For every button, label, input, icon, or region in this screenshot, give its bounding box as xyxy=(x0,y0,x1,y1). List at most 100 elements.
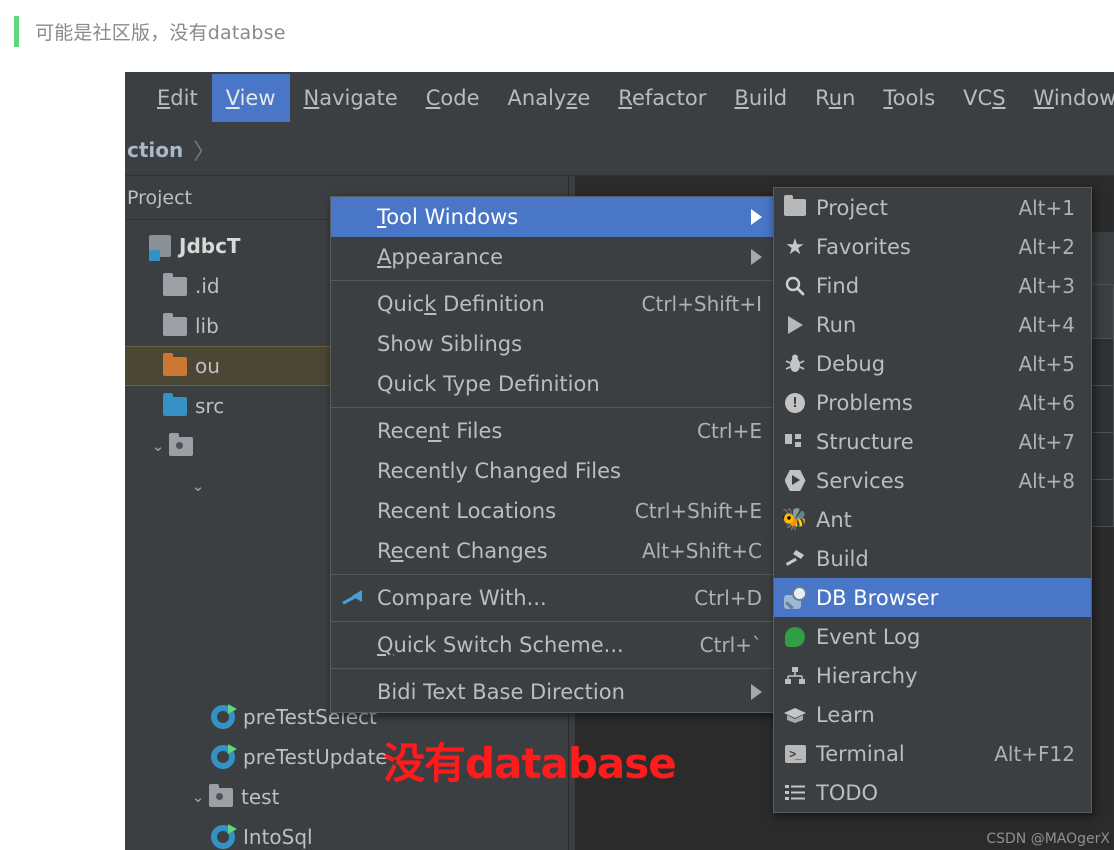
menu-bar: Edit View Navigate Code Analyze Refactor… xyxy=(125,72,1114,124)
menu-analyze[interactable]: Analyze xyxy=(494,74,605,122)
menu-item-shortcut: Ctrl+` xyxy=(699,633,762,657)
tool-window-item-ant[interactable]: 🐝 Ant xyxy=(774,500,1091,539)
menu-item-quick-definition[interactable]: Quick Definition Ctrl+Shift+I xyxy=(331,284,776,324)
tool-window-item-build[interactable]: Build xyxy=(774,539,1091,578)
tool-window-label: Favorites xyxy=(816,234,911,259)
menu-item-quick-switch-scheme[interactable]: Quick Switch Scheme... Ctrl+` xyxy=(331,625,776,665)
chevron-right-icon xyxy=(751,684,762,700)
menu-item-bidi-text-base-direction[interactable]: Bidi Text Base Direction xyxy=(331,672,776,712)
menu-separator xyxy=(331,668,776,669)
menu-item-label: Quick Type Definition xyxy=(377,372,600,396)
tool-window-item-find[interactable]: Find Alt+3 xyxy=(774,266,1091,305)
package-icon xyxy=(209,783,233,807)
menu-tools[interactable]: Tools xyxy=(869,74,949,122)
tool-window-item-services[interactable]: Services Alt+8 xyxy=(774,461,1091,500)
menu-item-shortcut: Ctrl+E xyxy=(697,419,762,443)
package-icon xyxy=(169,432,193,456)
menu-edit[interactable]: Edit xyxy=(143,74,212,122)
tool-window-item-debug[interactable]: Debug Alt+5 xyxy=(774,344,1091,383)
tree-item-label: IntoSql xyxy=(243,825,313,849)
menu-build[interactable]: Build xyxy=(720,74,801,122)
menu-refactor[interactable]: Refactor xyxy=(604,74,720,122)
chevron-down-icon[interactable]: ⌄ xyxy=(187,790,209,805)
tool-window-item-favorites[interactable]: ★ Favorites Alt+2 xyxy=(774,227,1091,266)
menu-separator xyxy=(331,280,776,281)
tool-window-label: Find xyxy=(816,273,860,298)
tool-window-label: Run xyxy=(816,312,857,337)
module-icon xyxy=(149,235,171,261)
menu-item-show-siblings[interactable]: Show Siblings xyxy=(331,324,776,364)
menu-item-tool-windows[interactable]: Tool Windows xyxy=(331,197,776,237)
hierarchy-icon xyxy=(774,666,816,686)
db-browser-icon xyxy=(774,586,816,610)
tree-item-label: test xyxy=(241,785,280,809)
tree-item-label: src xyxy=(195,394,225,418)
menu-item-label: Quick Definition xyxy=(377,292,545,316)
menu-item-quick-type-definition[interactable]: Quick Type Definition xyxy=(331,364,776,404)
menu-separator xyxy=(331,574,776,575)
tool-window-label: DB Browser xyxy=(816,585,939,610)
graduation-icon xyxy=(774,705,816,725)
breadcrumb-text[interactable]: ction xyxy=(127,138,183,162)
chevron-right-icon xyxy=(751,209,762,225)
chevron-right-icon xyxy=(751,249,762,265)
tree-item-label: ou xyxy=(195,354,220,378)
tool-window-item-run[interactable]: Run Alt+4 xyxy=(774,305,1091,344)
chevron-down-icon[interactable]: ⌄ xyxy=(187,479,209,494)
tool-window-shortcut: Alt+6 xyxy=(1018,390,1075,415)
menu-item-shortcut: Ctrl+Shift+I xyxy=(641,292,762,316)
tool-windows-submenu: Project Alt+1 ★ Favorites Alt+2 Find Alt… xyxy=(773,187,1092,813)
menu-item-shortcut: Ctrl+Shift+E xyxy=(634,499,762,523)
folder-orange-icon xyxy=(163,352,187,376)
tree-item-label: .id xyxy=(195,274,220,298)
menu-item-label: Tool Windows xyxy=(377,205,519,229)
java-class-icon xyxy=(211,744,237,769)
menu-code[interactable]: Code xyxy=(412,74,494,122)
menu-item-appearance[interactable]: Appearance xyxy=(331,237,776,277)
menu-item-recently-changed-files[interactable]: Recently Changed Files xyxy=(331,451,776,491)
menu-window[interactable]: Window xyxy=(1020,74,1114,122)
play-icon xyxy=(774,315,816,334)
tool-window-shortcut: Alt+7 xyxy=(1018,429,1075,454)
menu-vcs[interactable]: VCS xyxy=(949,74,1019,122)
ide-window: Edit View Navigate Code Analyze Refactor… xyxy=(125,72,1114,850)
event-log-icon xyxy=(774,626,816,647)
menu-navigate[interactable]: Navigate xyxy=(290,74,412,122)
menu-separator xyxy=(331,407,776,408)
menu-item-recent-files[interactable]: Recent Files Ctrl+E xyxy=(331,411,776,451)
star-icon: ★ xyxy=(785,233,805,259)
search-icon xyxy=(774,275,816,297)
menu-item-compare-with[interactable]: Compare With... Ctrl+D xyxy=(331,578,776,618)
warning-icon: ! xyxy=(774,392,816,413)
tool-window-item-structure[interactable]: Structure Alt+7 xyxy=(774,422,1091,461)
tool-window-item-project[interactable]: Project Alt+1 xyxy=(774,188,1091,227)
menu-item-label: Show Siblings xyxy=(377,332,523,356)
tool-window-item-terminal[interactable]: >_ Terminal Alt+F12 xyxy=(774,734,1091,773)
tool-window-item-todo[interactable]: TODO xyxy=(774,773,1091,812)
todo-list-icon xyxy=(774,784,816,802)
tool-window-label: Learn xyxy=(816,702,875,727)
menu-item-recent-locations[interactable]: Recent Locations Ctrl+Shift+E xyxy=(331,491,776,531)
menu-item-label: Appearance xyxy=(377,245,504,269)
menu-item-recent-changes[interactable]: Recent Changes Alt+Shift+C xyxy=(331,531,776,571)
menu-separator xyxy=(331,621,776,622)
compare-icon xyxy=(342,589,366,607)
view-dropdown-menu: Tool Windows Appearance Quick Definition… xyxy=(330,196,777,713)
chevron-down-icon[interactable]: ⌄ xyxy=(147,439,169,454)
annotation-no-database: 没有database xyxy=(383,739,677,788)
tool-window-item-db-browser[interactable]: DB Browser xyxy=(774,578,1091,617)
tool-window-item-problems[interactable]: ! Problems Alt+6 xyxy=(774,383,1091,422)
menu-item-label: Recently Changed Files xyxy=(377,459,622,483)
menu-view[interactable]: View xyxy=(211,74,290,122)
tool-window-label: TODO xyxy=(816,780,879,805)
tree-row[interactable]: IntoSql xyxy=(125,817,569,850)
menu-code-label-rest: ode xyxy=(440,86,480,110)
tool-window-item-learn[interactable]: Learn xyxy=(774,695,1091,734)
tool-window-item-event-log[interactable]: Event Log xyxy=(774,617,1091,656)
menu-item-label: Recent Changes xyxy=(377,539,548,563)
menu-run[interactable]: Run xyxy=(801,74,869,122)
tool-window-label: Terminal xyxy=(816,741,905,766)
tool-window-shortcut: Alt+4 xyxy=(1018,312,1075,337)
tool-window-label: Structure xyxy=(816,429,914,454)
tool-window-item-hierarchy[interactable]: Hierarchy xyxy=(774,656,1091,695)
